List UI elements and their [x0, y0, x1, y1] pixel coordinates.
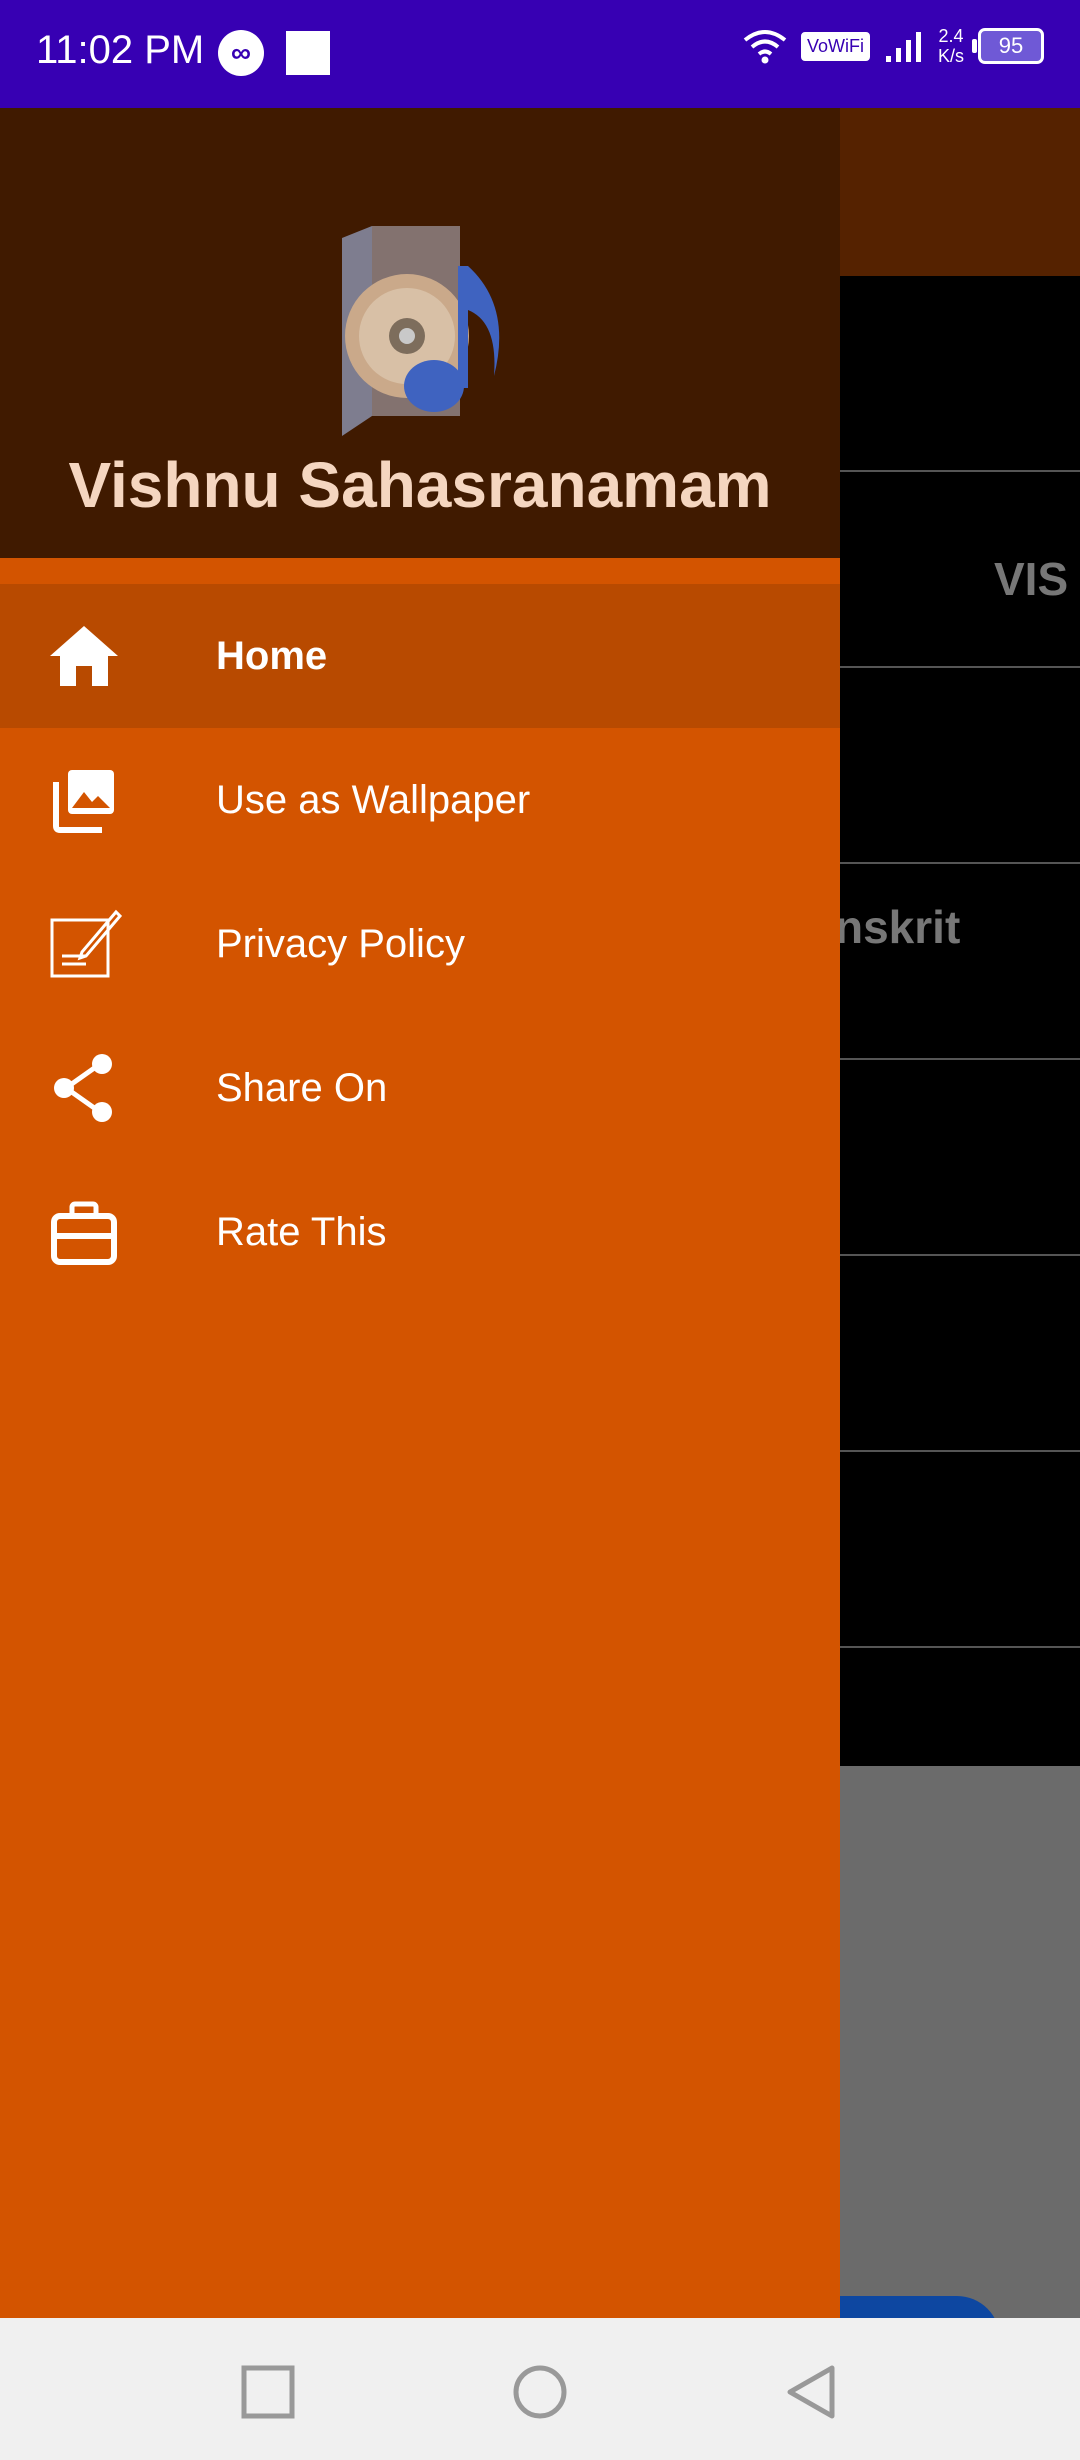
wifi-icon — [743, 30, 787, 64]
navigation-bar — [0, 2318, 1080, 2460]
privacy-policy-icon — [50, 909, 122, 978]
menu-item-label: Share On — [216, 1065, 388, 1110]
menu-item-rate[interactable]: Rate This — [0, 1160, 840, 1304]
menu-item-label: Rate This — [216, 1209, 387, 1254]
briefcase-icon — [51, 1201, 117, 1265]
net-speed-value: 2.4 — [938, 26, 964, 46]
status-bar: 11:02 PM ∞ VoWiFi 2.4 K/s 95 — [0, 0, 1080, 108]
notification-square-icon — [286, 31, 330, 75]
menu-item-privacy-policy[interactable]: Privacy Policy — [0, 872, 840, 1016]
list-item-text: VIS — [994, 553, 1069, 605]
net-speed-unit: K/s — [937, 46, 964, 66]
menu-item-wallpaper[interactable]: Use as Wallpaper — [0, 728, 840, 872]
share-icon — [54, 1054, 112, 1122]
drawer-menu: Home Use as Wallpaper Privacy Policy Sha… — [0, 584, 840, 1304]
menu-item-share[interactable]: Share On — [0, 1016, 840, 1160]
app-title: Vishnu Sahasranamam — [68, 449, 772, 521]
menu-item-label: Home — [216, 633, 328, 678]
app-logo — [342, 226, 500, 436]
infinity-icon: ∞ — [218, 30, 264, 76]
home-button-icon[interactable] — [512, 2364, 568, 2420]
battery-icon: 95 — [972, 28, 1044, 64]
back-icon[interactable] — [784, 2364, 840, 2420]
home-icon — [50, 626, 118, 686]
wallpaper-icon — [53, 770, 114, 833]
navigation-drawer: Vishnu Sahasranamam Home Use as Wallpape… — [0, 108, 840, 2318]
recent-apps-icon[interactable] — [240, 2364, 296, 2420]
signal-icon — [885, 32, 921, 62]
status-time: 11:02 PM — [36, 28, 205, 72]
net-speed: 2.4 K/s — [938, 26, 964, 66]
menu-item-label: Use as Wallpaper — [216, 777, 531, 822]
menu-item-label: Privacy Policy — [216, 921, 465, 966]
drawer-header: Vishnu Sahasranamam — [0, 108, 840, 558]
vowifi-badge: VoWiFi — [800, 31, 870, 61]
list-item-text: nskrit — [835, 901, 961, 953]
menu-item-home[interactable]: Home — [0, 584, 840, 728]
